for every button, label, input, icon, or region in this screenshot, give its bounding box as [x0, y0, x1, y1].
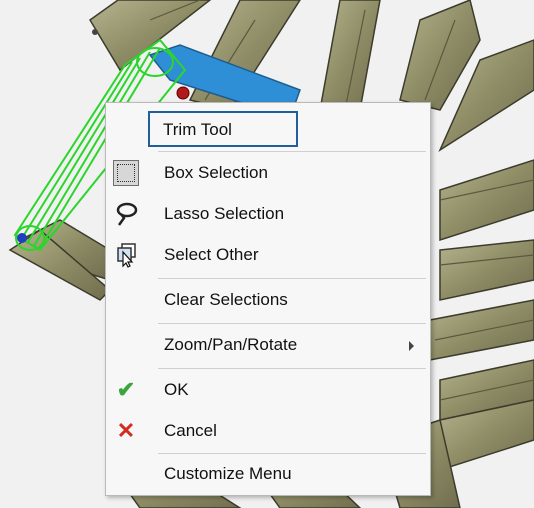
menu-item-label: Trim Tool [163, 120, 232, 139]
menu-separator [158, 151, 426, 152]
lasso-icon [113, 201, 139, 227]
context-menu: Trim Tool Box Selection Lasso Selection … [105, 102, 431, 496]
menu-item-label: Customize Menu [164, 464, 292, 483]
menu-item-trim-tool[interactable]: Trim Tool [106, 111, 430, 149]
menu-item-label: Cancel [164, 421, 217, 440]
menu-item-label: Clear Selections [164, 290, 288, 309]
menu-item-lasso-selection[interactable]: Lasso Selection [106, 195, 430, 233]
box-selection-icon [113, 160, 139, 186]
menu-item-cancel[interactable]: ✕ Cancel [106, 412, 430, 450]
menu-item-ok[interactable]: ✔ OK [106, 371, 430, 409]
menu-item-select-other[interactable]: Select Other [106, 236, 430, 274]
cancel-x-icon: ✕ [116, 418, 136, 443]
menu-separator [158, 453, 426, 454]
menu-item-box-selection[interactable]: Box Selection [106, 154, 430, 192]
menu-item-zoom-pan-rotate[interactable]: Zoom/Pan/Rotate [106, 326, 430, 364]
checkmark-icon: ✔ [116, 377, 136, 402]
menu-item-label: Lasso Selection [164, 204, 285, 223]
menu-separator [158, 368, 426, 369]
menu-separator [158, 323, 426, 324]
submenu-arrow-icon [409, 341, 414, 351]
menu-separator [158, 278, 426, 279]
select-other-icon [113, 242, 139, 268]
menu-item-label: OK [164, 380, 189, 399]
menu-item-clear-selections[interactable]: Clear Selections [106, 281, 430, 319]
menu-item-label: Box Selection [164, 163, 268, 182]
menu-item-customize-menu[interactable]: Customize Menu [106, 455, 430, 493]
menu-item-label: Zoom/Pan/Rotate [164, 335, 298, 354]
menu-item-label: Select Other [164, 245, 259, 264]
